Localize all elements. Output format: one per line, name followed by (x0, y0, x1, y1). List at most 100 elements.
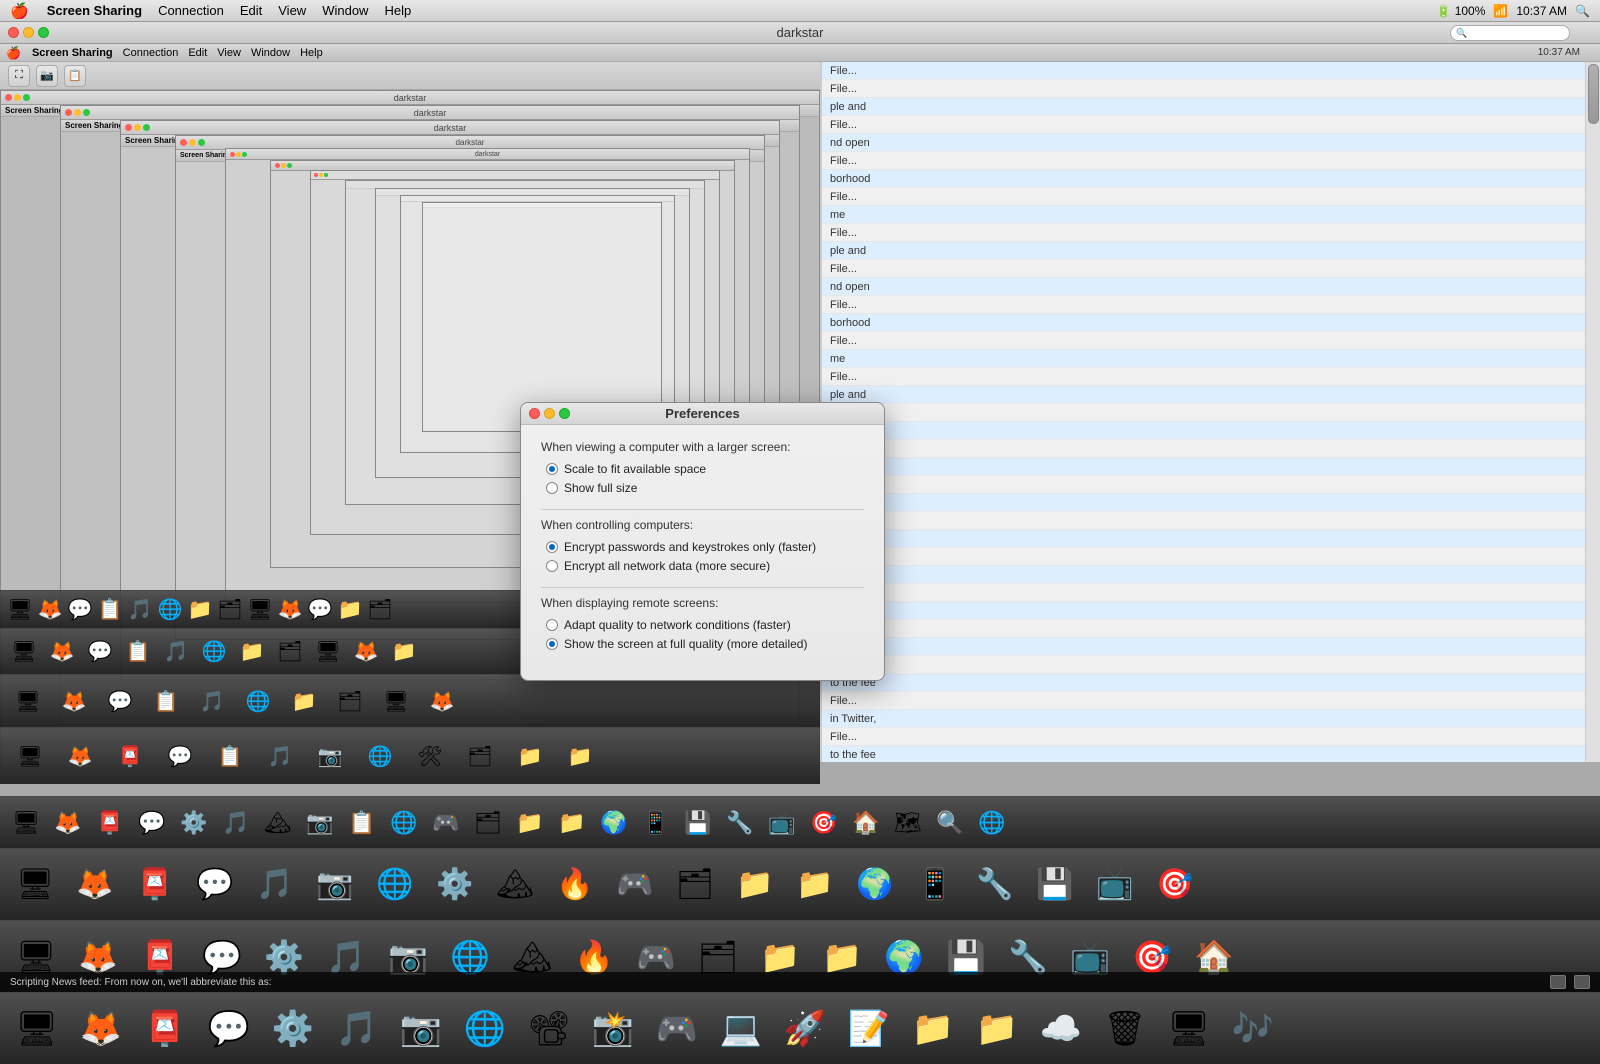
radio-encrypt-fast-btn[interactable] (546, 541, 558, 553)
content-row: File... (822, 530, 1600, 548)
scrollbar-thumb[interactable] (1588, 64, 1599, 124)
prefs-section3-group: Adapt quality to network conditions (fas… (541, 618, 864, 651)
dock-cloud[interactable]: ☁️ (1030, 998, 1092, 1060)
dock-folder1[interactable]: 📁 (902, 998, 964, 1060)
content-row: File... (822, 494, 1600, 512)
menu-connection[interactable]: Connection (150, 3, 232, 18)
dock-terminal[interactable]: 💻 (710, 998, 772, 1060)
win-menu-view-1[interactable]: View (212, 47, 246, 59)
radio-fullsize-btn[interactable] (546, 482, 558, 494)
win-menubar-1: 🍎 Screen Sharing Connection Edit View Wi… (0, 44, 1600, 62)
dock-flickr[interactable]: 📸 (582, 998, 644, 1060)
prefs-radio-encrypt-fast[interactable]: Encrypt passwords and keystrokes only (f… (546, 540, 864, 554)
menu-view[interactable]: View (270, 3, 314, 18)
win-menu-edit-1[interactable]: Edit (183, 47, 212, 59)
main-dock-row-3: 🖥 🦊 📮 💬 🎵 📷 🌐 ⚙️ 🏔 🔥 🎮 🗂 📁 📁 🌍 📱 🔧 💾 📺 🎯 (0, 848, 1600, 920)
win-menu-ss-1[interactable]: Screen Sharing (27, 47, 118, 59)
prefs-section2-heading: When controlling computers: (541, 518, 864, 532)
prefs-radio-encrypt-all[interactable]: Encrypt all network data (more secure) (546, 559, 864, 573)
content-row: File... (822, 656, 1600, 674)
content-row: nd open (822, 134, 1600, 152)
content-row: File... (822, 152, 1600, 170)
content-row: File... (822, 602, 1600, 620)
minimize-button-1[interactable] (23, 27, 34, 38)
win-menu-win-1[interactable]: Window (246, 47, 295, 59)
prefs-close-btn[interactable] (529, 408, 540, 419)
content-row: File... (822, 458, 1600, 476)
window-chrome-1: darkstar (0, 22, 1600, 44)
status-controls (1550, 975, 1590, 989)
content-row: File... (822, 584, 1600, 602)
content-row: File... (822, 260, 1600, 278)
prefs-radio-scale[interactable]: Scale to fit available space (546, 462, 864, 476)
radio-encrypt-all-btn[interactable] (546, 560, 558, 572)
dock-vlc[interactable]: 📽 (518, 998, 580, 1060)
app-name-label[interactable]: Screen Sharing (39, 3, 150, 18)
content-row: File... (822, 296, 1600, 314)
content-row: in Twitter, (822, 710, 1600, 728)
tunnel-title-0: darkstar (394, 93, 427, 103)
maximize-button-1[interactable] (38, 27, 49, 38)
radio-adapt-btn[interactable] (546, 619, 558, 631)
prefs-radio-fullquality[interactable]: Show the screen at full quality (more de… (546, 637, 864, 651)
content-row: File... (822, 404, 1600, 422)
toolbar-screenshot-btn[interactable]: 📷 (36, 65, 58, 87)
dock-skype[interactable]: 💬 (198, 998, 260, 1060)
toolbar-fullscreen-btn[interactable]: ⛶ (8, 65, 30, 87)
dock-mail[interactable]: 📮 (134, 998, 196, 1060)
status-btn-2[interactable] (1574, 975, 1590, 989)
content-row: ple and (822, 98, 1600, 116)
outer-window: darkstar 🍎 Screen Sharing Connection Edi… (0, 22, 1600, 1064)
dock-photos[interactable]: 📷 (390, 998, 452, 1060)
dock-monitor[interactable]: 🖥 (1158, 998, 1220, 1060)
dock-folder2[interactable]: 📁 (966, 998, 1028, 1060)
win-menu-conn-1[interactable]: Connection (118, 47, 184, 59)
dock-trash[interactable]: 🗑 (1094, 998, 1156, 1060)
prefs-titlebar: Preferences (521, 403, 884, 425)
dock-notes[interactable]: 📝 (838, 998, 900, 1060)
prefs-radio-fullsize[interactable]: Show full size (546, 481, 864, 495)
search-icon[interactable]: 🔍 (1575, 4, 1590, 18)
content-row: File... (822, 512, 1600, 530)
close-button-1[interactable] (8, 27, 19, 38)
content-row: File... (822, 692, 1600, 710)
prefs-min-btn[interactable] (544, 408, 555, 419)
window-title-1: darkstar (777, 25, 824, 40)
menu-help[interactable]: Help (376, 3, 419, 18)
dock-arrow[interactable]: 🚀 (774, 998, 836, 1060)
content-row: ple and (822, 386, 1600, 404)
prefs-section1-heading: When viewing a computer with a larger sc… (541, 440, 864, 454)
dock-firefox[interactable]: 🦊 (70, 998, 132, 1060)
dock-safari[interactable]: 🌐 (454, 998, 516, 1060)
menu-edit[interactable]: Edit (232, 3, 270, 18)
content-row: ple and (822, 242, 1600, 260)
outer-menubar: 🍎 Screen Sharing Connection Edit View Wi… (0, 0, 1600, 22)
content-row: File... (822, 566, 1600, 584)
dock-finder[interactable]: 🖥 (6, 998, 68, 1060)
scrollbar[interactable] (1585, 62, 1600, 762)
main-dock-row-1: 🖥 🦊 📮 💬 ⚙️ 🎵 📷 🌐 📽 📸 🎮 💻 🚀 📝 📁 📁 ☁️ 🗑 🖥 … (0, 992, 1600, 1064)
battery-indicator: 🔋 100% (1436, 4, 1485, 18)
toolbar-clipboard-btn[interactable]: 📋 (64, 65, 86, 87)
dock-prefs[interactable]: ⚙️ (262, 998, 324, 1060)
win-searchbar-1[interactable]: 🔍 (1450, 25, 1570, 41)
dock-music2[interactable]: 🎶 (1222, 998, 1284, 1060)
radio-scale-btn[interactable] (546, 463, 558, 475)
win-menu-help-1[interactable]: Help (295, 47, 328, 59)
clock: 10:37 AM (1516, 4, 1567, 18)
content-row: to the fee (822, 674, 1600, 692)
prefs-section2-group: Encrypt passwords and keystrokes only (f… (541, 540, 864, 573)
main-dock-row-4: 🖥 🦊 📮 💬 ⚙️ 🎵 🏔 📷 📋 🌐 🎮 🗂 📁 📁 🌍 📱 💾 🔧 📺 🎯… (0, 796, 1600, 848)
dock-r4-finder[interactable]: 🖥 (6, 803, 46, 843)
content-row: File... (822, 116, 1600, 134)
dock-game[interactable]: 🎮 (646, 998, 708, 1060)
radio-fullquality-btn[interactable] (546, 638, 558, 650)
content-row: File... (822, 440, 1600, 458)
content-row: borhood (822, 314, 1600, 332)
dock-itunes[interactable]: 🎵 (326, 998, 388, 1060)
prefs-max-btn[interactable] (559, 408, 570, 419)
menu-window[interactable]: Window (314, 3, 376, 18)
radio-fullsize-label: Show full size (564, 481, 637, 495)
status-btn-1[interactable] (1550, 975, 1566, 989)
prefs-radio-adapt[interactable]: Adapt quality to network conditions (fas… (546, 618, 864, 632)
